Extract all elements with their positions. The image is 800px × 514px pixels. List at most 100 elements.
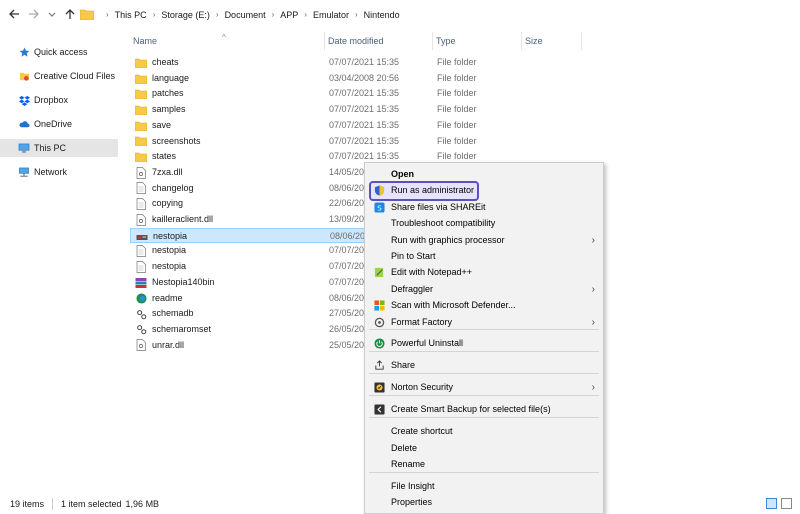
file-name: readme	[152, 292, 183, 303]
nav-item-creative-cloud[interactable]: Creative Cloud Files	[0, 67, 118, 85]
file-row[interactable]: screenshots 07/07/2021 15:35 File folder	[130, 134, 590, 150]
file-name-cell: patches	[135, 86, 325, 102]
breadcrumb-item[interactable]: APP	[280, 10, 298, 20]
file-type: File folder	[437, 135, 477, 146]
file-name: samples	[152, 104, 186, 115]
file-row[interactable]: samples 07/07/2021 15:35 File folder	[130, 102, 590, 118]
context-menu: Open Run as administrator S Share files via…	[364, 162, 604, 514]
file-row[interactable]: cheats 07/07/2021 15:35 File folder	[130, 55, 590, 71]
menu-item-label: Scan with Microsoft Defender...	[391, 300, 516, 310]
uac-shield-icon	[373, 184, 385, 196]
file-name: cheats	[152, 57, 179, 67]
file-name-cell: samples	[135, 102, 325, 118]
file-row[interactable]: language 03/04/2008 20:56 File folder	[130, 71, 590, 87]
chevron-right-icon: ›	[591, 234, 595, 246]
file-name-cell: states	[135, 149, 325, 165]
file-row[interactable]: save 07/07/2021 15:35 File folder	[130, 118, 590, 134]
menu-separator	[369, 395, 599, 396]
file-date: 03/04/2008 20:56	[329, 72, 400, 83]
file-name-cell: cheats	[135, 55, 325, 71]
menu-item-open[interactable]: Open	[365, 166, 603, 182]
star-icon	[18, 46, 30, 58]
file-type: File folder	[437, 104, 477, 115]
nav-item-network[interactable]: Network	[0, 163, 118, 181]
column-header-size[interactable]: Size	[522, 32, 582, 50]
menu-item-scan-with-microsoft-defender[interactable]: Scan with Microsoft Defender...	[365, 297, 603, 313]
nav-item-label: Dropbox	[34, 95, 69, 105]
details-view-button[interactable]	[766, 498, 777, 509]
breadcrumb-item[interactable]: This PC	[115, 10, 147, 20]
forward-button[interactable]	[26, 6, 42, 22]
menu-item-defraggler[interactable]: Defraggler ›	[365, 281, 603, 297]
creative-cloud-icon	[18, 70, 30, 82]
arrow-up-icon	[65, 9, 75, 19]
menu-item-edit-with-notepad[interactable]: Edit with Notepad++	[365, 264, 603, 280]
file-name: 7zxa.dll	[152, 166, 183, 177]
file-name-cell: nestopia	[136, 229, 326, 245]
nav-item-label: Creative Cloud Files	[34, 71, 116, 81]
column-header-name[interactable]: Name ^	[130, 32, 325, 50]
file-row[interactable]: patches 07/07/2021 15:35 File folder	[130, 86, 590, 102]
file-name-cell: kailleraclient.dll	[135, 212, 325, 228]
file-name: language	[152, 72, 190, 83]
settings-file-icon	[135, 324, 147, 335]
menu-separator	[369, 351, 599, 352]
navigation-pane: Quick access Creative Cloud Files Dropbo…	[0, 30, 118, 490]
menu-item-label: Run with graphics processor	[391, 235, 505, 245]
chevron-right-icon: ›	[591, 283, 595, 295]
column-header-type[interactable]: Type	[433, 32, 522, 50]
menu-item-run-as-administrator[interactable]: Run as administrator	[365, 182, 603, 198]
menu-item-troubleshoot-compatibility[interactable]: Troubleshoot compatibility	[365, 215, 603, 231]
nestopia-app-icon	[136, 231, 148, 242]
file-name: nestopia	[153, 230, 188, 241]
folder-icon	[135, 136, 147, 147]
nav-item-dropbox[interactable]: Dropbox	[0, 91, 118, 109]
recent-locations-button[interactable]	[44, 6, 60, 22]
breadcrumb-item[interactable]: Nintendo	[364, 10, 400, 20]
folder-icon	[135, 57, 147, 68]
menu-item-create-shortcut[interactable]: Create shortcut	[365, 423, 603, 439]
menu-item-label: Defraggler	[391, 284, 434, 294]
nav-item-label: Quick access	[34, 47, 88, 57]
menu-item-label: Delete	[391, 443, 418, 453]
folder-icon	[135, 152, 147, 163]
menu-item-share-files-via-shareit[interactable]: S Share files via SHAREit	[365, 199, 603, 215]
file-name-cell: screenshots	[135, 134, 325, 150]
dll-file-icon	[135, 339, 147, 352]
menu-item-powerful-uninstall[interactable]: Powerful Uninstall	[365, 335, 603, 351]
format-factory-icon	[373, 316, 385, 328]
large-icons-view-button[interactable]	[781, 498, 792, 509]
breadcrumb-item[interactable]: Document	[225, 10, 266, 20]
menu-item-properties[interactable]: Properties	[365, 494, 603, 510]
file-name: schemadb	[152, 308, 194, 319]
column-header-row: Name ^ Date modified Type Size	[130, 32, 590, 50]
nav-item-onedrive[interactable]: OneDrive	[0, 115, 118, 133]
nav-item-this-pc[interactable]: This PC	[0, 139, 118, 157]
menu-item-file-insight[interactable]: File Insight	[365, 478, 603, 494]
menu-item-delete[interactable]: Delete	[365, 440, 603, 456]
back-button[interactable]	[6, 6, 22, 22]
menu-item-pin-to-start[interactable]: Pin to Start	[365, 248, 603, 264]
file-name: nestopia	[152, 245, 187, 256]
breadcrumb-item[interactable]: Storage (E:)	[161, 10, 210, 20]
up-button[interactable]	[62, 6, 78, 22]
file-name: schemaromset	[152, 323, 212, 334]
uninstall-icon	[373, 337, 385, 349]
menu-item-create-smart-backup-for-selected-file-s[interactable]: Create Smart Backup for selected file(s)	[365, 401, 603, 417]
file-name: Nestopia140bin	[152, 276, 215, 287]
menu-item-label: Troubleshoot compatibility	[391, 218, 496, 228]
menu-item-rename[interactable]: Rename	[365, 456, 603, 472]
menu-item-norton-security[interactable]: Norton Security ›	[365, 379, 603, 395]
nav-item-quick-access[interactable]: Quick access	[0, 43, 118, 61]
dropbox-icon	[18, 94, 30, 106]
menu-item-share[interactable]: Share	[365, 357, 603, 373]
breadcrumb-item[interactable]: Emulator	[313, 10, 349, 20]
file-name-cell: readme	[135, 291, 325, 307]
menu-item-format-factory[interactable]: Format Factory ›	[365, 314, 603, 330]
column-header-date[interactable]: Date modified	[325, 32, 433, 50]
chevron-right-icon: ›	[591, 316, 595, 328]
address-bar[interactable]: › This PC › Storage (E:) › Document › AP…	[80, 4, 800, 25]
menu-item-run-with-graphics-processor[interactable]: Run with graphics processor ›	[365, 232, 603, 248]
file-name-cell: unrar.dll	[135, 338, 325, 354]
onedrive-icon	[18, 118, 30, 130]
